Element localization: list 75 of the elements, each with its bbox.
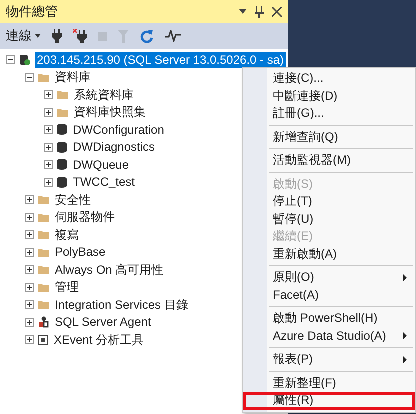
database-icon [57,159,67,170]
pin-icon[interactable] [255,6,264,18]
menu-item[interactable]: 新增查詢(Q) [243,128,415,146]
menu-item[interactable]: 活動監視器(M) [243,152,415,170]
tree-item[interactable]: TWCC_test [71,174,138,190]
expander-icon[interactable] [44,90,53,100]
unplug-icon[interactable] [73,29,87,43]
tree-item[interactable]: 管理 [53,279,81,296]
menu-item[interactable]: 連接(C)... [243,70,415,88]
folder-icon [38,282,49,292]
tree-item[interactable]: 資料庫快照集 [72,104,148,120]
tree-item[interactable]: PolyBase [53,244,108,260]
menu-item[interactable]: 中斷連接(D) [243,88,415,105]
database-icon [57,142,67,153]
tree-item[interactable]: Integration Services 目錄 [53,296,190,313]
menu-item[interactable]: Facet(A) [243,286,415,304]
expander-icon[interactable] [25,230,34,240]
activity-icon[interactable] [165,30,181,42]
tree-item[interactable]: 複寫 [53,226,81,243]
expander-icon[interactable] [44,125,53,134]
expander-icon[interactable] [44,108,53,117]
expander-icon[interactable] [25,248,34,257]
xevent-icon [38,334,48,345]
tree-item[interactable]: 系統資料庫 [72,86,136,103]
menu-item[interactable]: 原則(O) [243,269,415,286]
folder-icon [57,90,68,100]
database-icon [57,176,67,188]
expander-icon[interactable] [44,160,53,170]
menu-item[interactable]: 註冊(G)... [243,105,415,122]
tree-item[interactable]: DWQueue [71,156,132,173]
tree-item[interactable]: SQL Server Agent [53,314,154,330]
close-icon[interactable] [272,6,282,16]
tree-item[interactable]: DWConfiguration [71,122,166,138]
database-icon [57,124,67,136]
folder-icon [38,195,49,204]
folder-icon [38,248,49,257]
tree-item[interactable]: 伺服器物件 [53,209,117,226]
folder-icon [38,212,49,222]
expander-icon[interactable] [25,318,34,327]
tree-item[interactable]: 資料庫 [53,69,93,86]
dropdown-icon[interactable] [239,9,247,14]
expander-icon[interactable] [44,142,53,152]
menu-item[interactable]: 屬性(R) [243,392,415,410]
expander-icon[interactable] [25,195,34,204]
folder-icon [38,265,49,274]
refresh-icon[interactable] [140,28,154,44]
expander-icon[interactable] [25,72,34,82]
menu-item[interactable]: 報表(P) [243,351,415,368]
expander-icon[interactable] [25,212,34,222]
tree-item[interactable]: 203.145.215.90 (SQL Server 13.0.5026.0 - sa) [35,52,286,68]
menu-item[interactable]: 啟動 PowerShell(H) [243,310,415,328]
server-icon [19,54,31,66]
expander-icon[interactable] [44,178,53,187]
folder-icon [57,108,68,117]
panel-title: 物件總管 [6,2,59,20]
expander-icon[interactable] [25,335,34,344]
plug-icon[interactable] [52,29,62,43]
folder-icon [38,230,49,240]
tree-item[interactable]: Always On 高可用性 [53,262,166,278]
expander-icon[interactable] [25,282,34,292]
folder-icon [38,72,49,82]
menu-item[interactable]: 重新啟動(A) [243,246,415,263]
folder-icon [38,300,49,310]
expander-icon[interactable] [25,300,34,310]
tree-item[interactable]: XEvent 分析工具 [52,332,146,348]
menu-item[interactable]: 重新整理(F) [243,374,415,392]
menu-item[interactable]: 暫停(U) [243,210,415,228]
connect-dropdown[interactable]: 連線 [6,27,41,45]
tree-item[interactable]: DWDiagnostics [71,139,158,156]
agent-icon [38,316,49,328]
expander-icon[interactable] [6,55,15,64]
menu-item[interactable]: Azure Data Studio(A) [243,328,415,345]
menu-item[interactable]: 停止(T) [243,193,415,210]
expander-icon[interactable] [25,265,34,274]
tree-item[interactable]: 安全性 [53,192,93,208]
